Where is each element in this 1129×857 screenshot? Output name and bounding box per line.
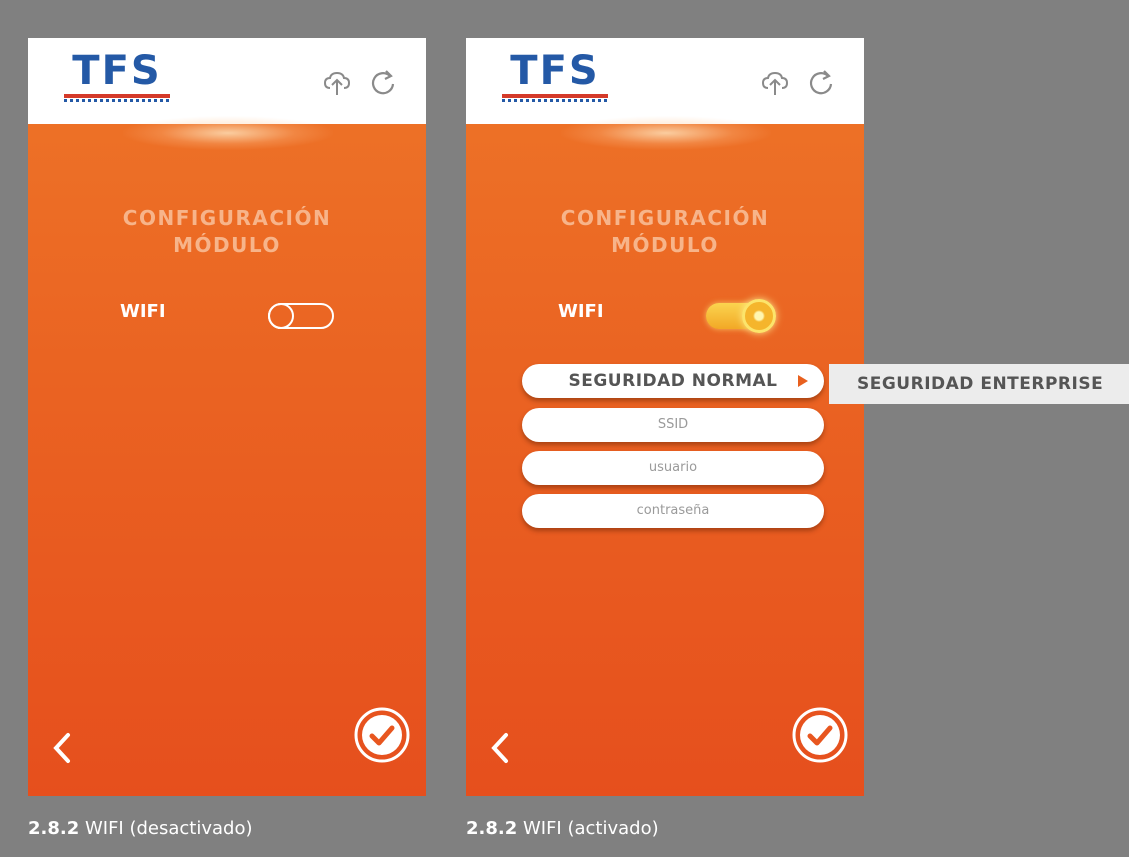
tfs-logo: TFS — [64, 48, 170, 108]
wifi-toggle[interactable] — [268, 303, 334, 329]
toggle-knob — [268, 303, 294, 329]
screen-wifi-on: TFS CONFIGURACIÓN MÓDULO WIFI SEGURIDAD … — [466, 38, 864, 796]
app-header: TFS — [466, 38, 864, 124]
check-circle-icon[interactable] — [353, 706, 411, 764]
check-circle-icon[interactable] — [791, 706, 849, 764]
cloud-upload-icon[interactable] — [760, 68, 790, 98]
page-title: CONFIGURACIÓN MÓDULO — [560, 206, 770, 257]
security-enterprise-option[interactable]: SEGURIDAD ENTERPRISE — [829, 364, 1129, 404]
cloud-upload-icon[interactable] — [322, 68, 352, 98]
username-input[interactable]: usuario — [522, 451, 824, 485]
chevron-left-icon[interactable] — [488, 731, 512, 765]
password-input[interactable]: contraseña — [522, 494, 824, 528]
security-type-select[interactable]: SEGURIDAD NORMAL — [522, 364, 824, 398]
toggle-knob — [742, 299, 776, 333]
chevron-left-icon[interactable] — [50, 731, 74, 765]
wifi-label: WIFI — [558, 301, 604, 322]
tfs-logo: TFS — [502, 48, 608, 108]
refresh-icon[interactable] — [368, 68, 398, 98]
refresh-icon[interactable] — [806, 68, 836, 98]
security-type-label: SEGURIDAD NORMAL — [568, 371, 778, 391]
caption-wifi-on: 2.8.2 WIFI (activado) — [466, 818, 659, 839]
wifi-label: WIFI — [120, 301, 166, 322]
caption-wifi-off: 2.8.2 WIFI (desactivado) — [28, 818, 253, 839]
ssid-input[interactable]: SSID — [522, 408, 824, 442]
page-title: CONFIGURACIÓN MÓDULO — [122, 206, 332, 257]
triangle-right-icon — [798, 375, 808, 387]
screen-wifi-off: TFS CONFIGURACIÓN MÓDULO WIFI — [28, 38, 426, 796]
app-header: TFS — [28, 38, 426, 124]
wifi-toggle[interactable] — [706, 299, 776, 333]
